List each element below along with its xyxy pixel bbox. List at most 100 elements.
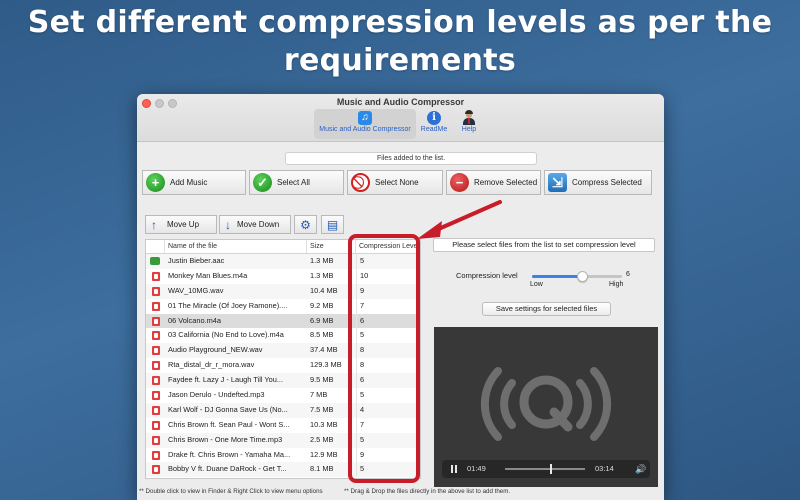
audio-player: 01:49 03:14 🔊 [434, 327, 658, 487]
select-all-label: Select All [277, 178, 310, 187]
file-icon-cell [146, 328, 165, 343]
slider-low-label: Low [530, 281, 543, 288]
footer-hint-left: ** Double click to view in Finder & Righ… [139, 488, 323, 495]
header-name[interactable]: Name of the file [165, 240, 307, 253]
total-time: 03:14 [595, 464, 614, 473]
selection-hint: Please select files from the list to set… [433, 238, 655, 252]
audio-file-icon [152, 316, 160, 326]
list-icon: ▤ [326, 217, 339, 232]
playback-scrubber[interactable] [549, 464, 552, 474]
footer: ** Double click to view in Finder & Righ… [137, 486, 664, 500]
move-up-button[interactable]: ↑ Move Up [145, 215, 217, 234]
file-name: 06 Volcano.m4a [168, 315, 222, 325]
save-settings-button[interactable]: Save settings for selected files [482, 302, 611, 316]
file-name: Karl Wolf - DJ Gonna Save Us (No... [168, 404, 288, 414]
file-name: Rta_distal_dr_r_mora.wav [168, 360, 255, 370]
aac-file-icon [150, 257, 160, 265]
file-icon-cell [146, 418, 165, 433]
list-view-button[interactable]: ▤ [321, 215, 344, 234]
audio-file-icon [152, 420, 160, 430]
file-icon-cell [146, 284, 165, 299]
headline-line-1: Set different compression levels as per … [27, 5, 773, 40]
remove-selected-label: Remove Selected [474, 178, 538, 187]
window-title: Music and Audio Compressor [336, 97, 465, 107]
minus-icon: − [450, 173, 469, 192]
audio-file-icon [152, 391, 160, 401]
audio-file-icon [152, 286, 160, 296]
toolbar-item-label: Help [461, 126, 477, 133]
file-name: Audio Playground_NEW.wav [168, 345, 263, 355]
move-down-button[interactable]: ↓ Move Down [219, 215, 291, 234]
compress-selected-label: Compress Selected [572, 178, 642, 187]
add-music-button[interactable]: + Add Music [142, 170, 246, 195]
compression-level-slider[interactable] [532, 271, 622, 282]
playback-progress-bar[interactable] [505, 468, 585, 470]
files-added-label: Files added to the list. [285, 152, 537, 165]
audio-file-icon [152, 405, 160, 415]
arrow-up-icon: ↑ [151, 217, 157, 232]
file-name: WAV_10MG.wav [168, 285, 224, 295]
gear-icon: ⚙ [300, 217, 311, 232]
file-name: 01 The Miracle (Of Joey Ramone).... [168, 300, 288, 310]
info-icon: i [427, 111, 441, 125]
file-icon-cell [146, 373, 165, 388]
file-icon-cell [146, 403, 165, 418]
slider-fill [532, 275, 582, 278]
file-icon-cell [146, 314, 165, 329]
select-all-button[interactable]: ✓ Select All [249, 170, 344, 195]
remove-selected-button[interactable]: − Remove Selected [446, 170, 541, 195]
file-icon-cell [146, 448, 165, 463]
person-help-icon [462, 110, 476, 125]
arrow-down-icon: ↓ [225, 217, 231, 232]
file-name: Jason Derulo - Undefted.mp3 [168, 390, 265, 400]
toolbar-item-compressor[interactable]: ♫ Music and Audio Compressor [314, 109, 416, 139]
file-name: Monkey Man Blues.m4a [168, 270, 248, 280]
compression-level-label: Compression level [456, 271, 518, 280]
plus-icon: + [146, 173, 165, 192]
audio-file-icon [152, 376, 160, 386]
header-icon-column [146, 240, 165, 253]
file-icon-cell [146, 254, 165, 269]
move-up-label: Move Up [167, 220, 200, 229]
audio-file-icon [152, 301, 160, 311]
file-name: 03 California (No End to Love).m4a [168, 330, 284, 340]
file-icon-cell [146, 269, 165, 284]
title-bar: Music and Audio Compressor ♫ Music and A… [137, 94, 664, 142]
marketing-headline: Set different compression levels as per … [0, 4, 800, 80]
audio-file-icon [152, 465, 160, 475]
file-name: Bobby V ft. Duane DaRock - Get T... [168, 464, 287, 474]
pause-icon[interactable] [451, 465, 458, 473]
file-icon-cell [146, 433, 165, 448]
select-none-label: Select None [375, 178, 419, 187]
compression-column-highlight [348, 234, 420, 483]
toolbar-item-label: ReadMe [420, 126, 448, 133]
audio-q-logo-icon [480, 367, 612, 441]
settings-button[interactable]: ⚙ [294, 215, 317, 234]
compress-selected-button[interactable]: ⇲ Compress Selected [544, 170, 652, 195]
footer-hint-right: ** Drag & Drop the files directly in the… [344, 488, 511, 495]
player-controls: 01:49 03:14 🔊 [442, 460, 650, 478]
audio-file-icon [152, 450, 160, 460]
speaker-icon[interactable]: 🔊 [635, 460, 646, 478]
add-music-label: Add Music [170, 178, 208, 187]
move-down-label: Move Down [237, 220, 280, 229]
file-name: Chris Brown - One More Time.mp3 [168, 434, 283, 444]
headline-line-2: requirements [283, 43, 517, 78]
file-icon-cell [146, 358, 165, 373]
prohibited-icon: ⃠ [351, 173, 370, 192]
file-name: Drake ft. Chris Brown - Yamaha Ma... [168, 449, 291, 459]
file-icon-cell [146, 388, 165, 403]
toolbar-item-help[interactable]: Help [455, 109, 483, 139]
slider-knob[interactable] [577, 271, 588, 282]
file-name: Justin Bieber.aac [168, 256, 225, 265]
app-window: Music and Audio Compressor ♫ Music and A… [137, 94, 664, 500]
select-none-button[interactable]: ⃠ Select None [347, 170, 443, 195]
toolbar-item-readme[interactable]: i ReadMe [419, 109, 449, 139]
current-time: 01:49 [467, 464, 486, 473]
audio-file-icon [152, 361, 160, 371]
music-note-icon: ♫ [358, 111, 372, 125]
compression-level-value: 6 [626, 271, 630, 278]
audio-file-icon [152, 435, 160, 445]
file-name: Chris Brown ft. Sean Paul - Wont S... [168, 419, 290, 429]
file-name: Faydee ft. Lazy J - Laugh Till You... [168, 375, 284, 385]
